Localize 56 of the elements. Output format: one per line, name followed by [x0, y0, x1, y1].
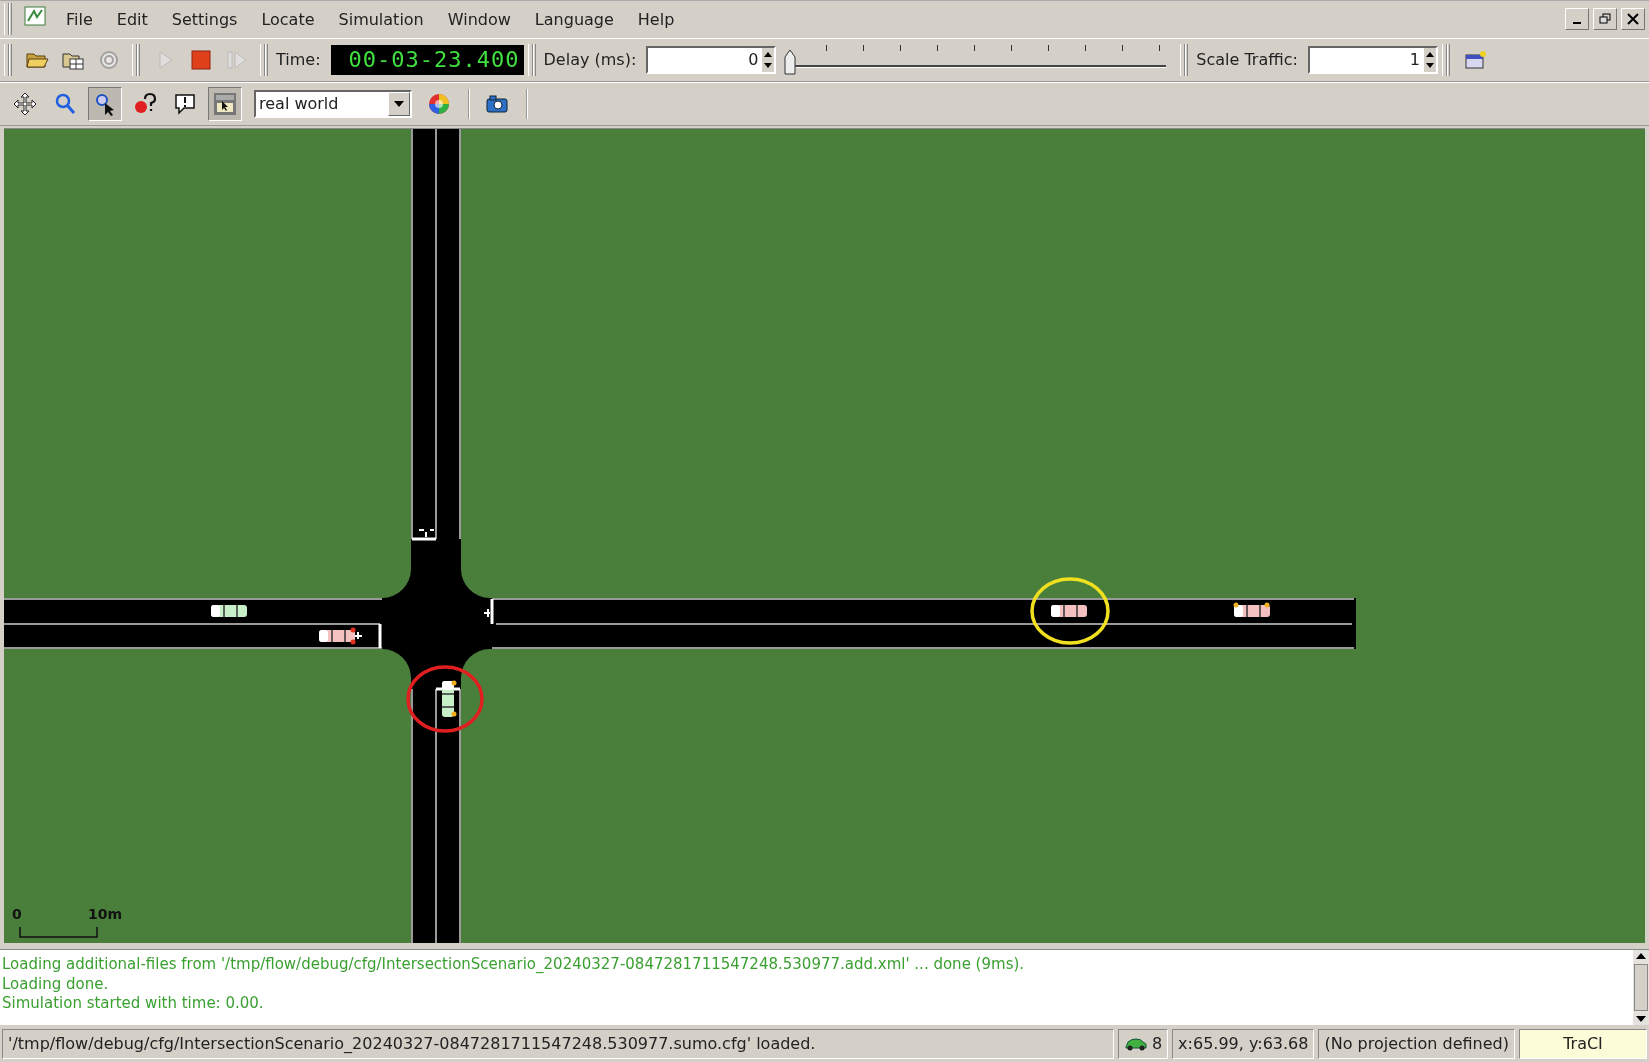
question-mark-icon	[133, 91, 157, 116]
menu-item[interactable]: Edit	[104, 9, 160, 29]
caret-icon	[393, 98, 405, 109]
car-drawing	[441, 680, 457, 717]
scale-label: 0	[12, 905, 22, 922]
delay-spinbox[interactable]: 0	[646, 45, 777, 74]
close-button[interactable]	[1621, 8, 1645, 31]
menu-button[interactable]	[208, 86, 242, 121]
minimize-button[interactable]	[1565, 8, 1589, 31]
minimize-icon	[1573, 22, 1581, 25]
app-logo-icon	[24, 6, 46, 27]
menu-item[interactable]: Settings	[159, 9, 250, 29]
menu-item[interactable]: Locate	[249, 9, 327, 29]
scale-label: 10m	[88, 905, 123, 922]
car-icon	[1123, 1036, 1148, 1051]
menu-item[interactable]: Help	[625, 9, 687, 29]
slider-thumb[interactable]	[784, 48, 797, 75]
mode-indicator: TraCI	[1519, 1028, 1647, 1059]
restore-icon	[1599, 13, 1611, 26]
menu-pointer-icon	[213, 91, 237, 116]
toolbar-handle[interactable]	[260, 43, 268, 76]
cursor-coordinates: x:65.99, y:63.68	[1172, 1028, 1315, 1059]
status-message: '/tmp/flow/debug/cfg/IntersectionScenario_20240327-0847281711547248.530977.sumo.cfg' loaded.	[2, 1028, 1114, 1059]
scrollbar[interactable]	[1633, 950, 1649, 1026]
menu-item[interactable]: File	[54, 9, 105, 29]
select-button[interactable]	[88, 86, 122, 121]
log-message: Loading done.	[2, 974, 110, 995]
toolbar-handle[interactable]	[4, 43, 12, 76]
window-icon	[1462, 48, 1487, 71]
speech-bubble-icon	[173, 91, 197, 116]
car-drawing	[319, 627, 356, 645]
toolbar-handle[interactable]	[132, 43, 140, 76]
camera-icon	[485, 92, 509, 115]
view-scheme-dropdown[interactable]: real world	[254, 89, 412, 118]
vehicle-count-text: 8	[1151, 1034, 1163, 1053]
reload-icon	[97, 48, 121, 71]
menu-item[interactable]: Language	[522, 9, 626, 29]
color-wheel-icon	[427, 91, 451, 116]
time-display: 00-03-23.400	[330, 44, 524, 75]
toolbar-handle[interactable]	[4, 3, 12, 36]
move-arrows-icon	[13, 91, 37, 116]
delay-label: Delay (ms):	[543, 50, 637, 70]
stop-icon	[189, 48, 213, 71]
restore-button[interactable]	[1593, 8, 1617, 31]
menu-item[interactable]: Window	[435, 9, 523, 29]
scale-traffic-spinbox[interactable]: 1	[1307, 45, 1438, 74]
close-icon	[1627, 13, 1639, 26]
log-message: Simulation started with time: 0.00.	[2, 994, 265, 1014]
step-icon	[225, 48, 249, 71]
scale-traffic-label: Scale Traffic:	[1196, 50, 1298, 70]
delay-slider[interactable]	[786, 42, 1167, 77]
menu-item[interactable]: Simulation	[326, 9, 436, 29]
log-message: Loading additional-files from '/tmp/flow/debug/cfg/IntersectionScenario_20240327-0847281711547248.530977.add.xml' ... done (9ms).	[2, 955, 1026, 975]
projection-status: (No projection defined)	[1318, 1028, 1515, 1059]
search-icon	[53, 91, 77, 116]
time-label: Time:	[276, 50, 321, 70]
